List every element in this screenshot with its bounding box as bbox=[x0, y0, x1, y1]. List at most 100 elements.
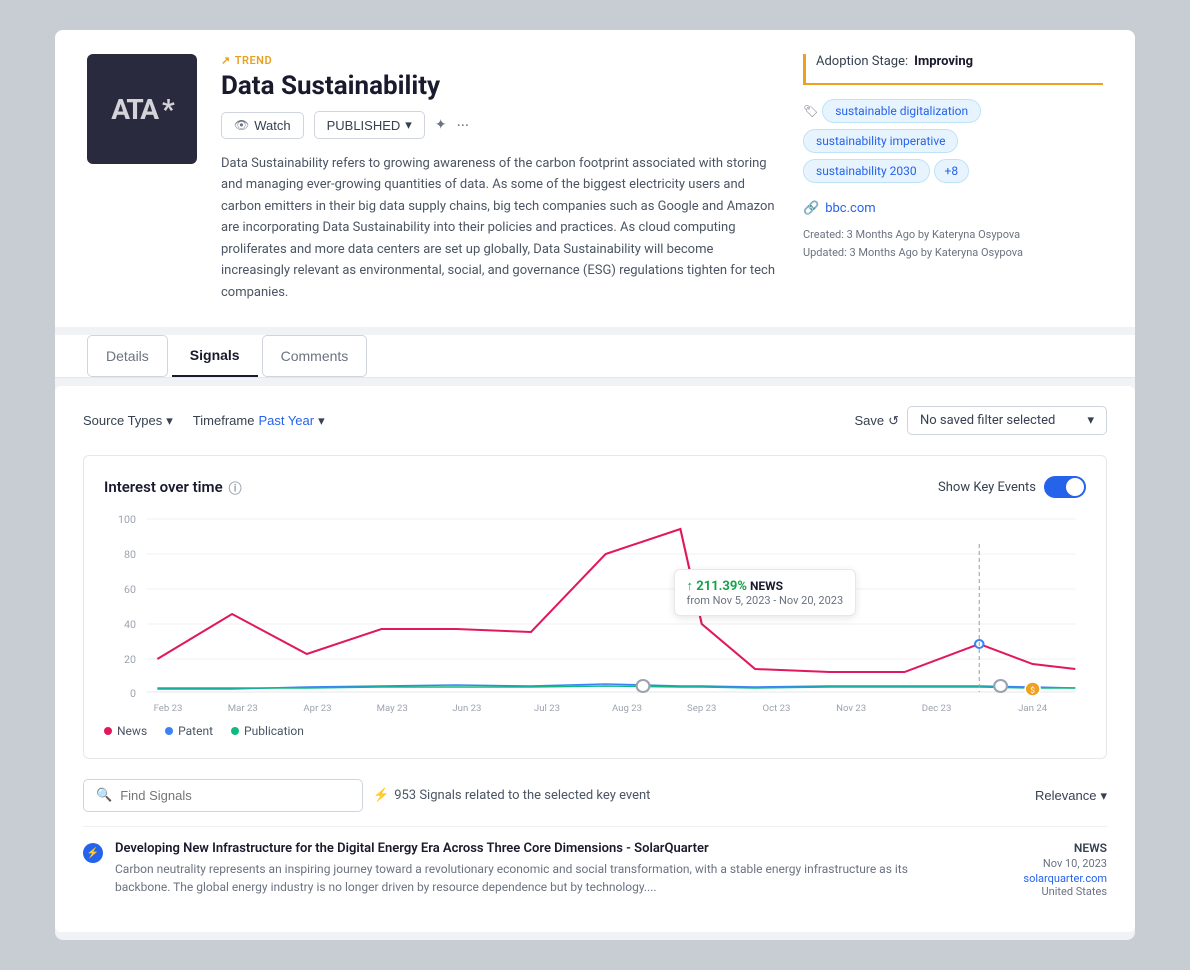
svg-text:Jun 23: Jun 23 bbox=[452, 703, 481, 714]
chevron-down-timeframe-icon: ▾ bbox=[318, 413, 325, 429]
timeframe-filter[interactable]: Timeframe Past Year ▾ bbox=[193, 413, 325, 429]
show-key-events: Show Key Events bbox=[938, 476, 1086, 498]
timeframe-value: Past Year bbox=[258, 413, 314, 428]
search-input-row: 🔍 ⚡ 953 Signals related to the selected … bbox=[83, 779, 1107, 812]
tag-icon: 🏷 bbox=[803, 104, 818, 118]
save-button[interactable]: Save ↺ bbox=[854, 413, 899, 429]
svg-text:Sep 23: Sep 23 bbox=[687, 703, 716, 714]
description: Data Sustainability refers to growing aw… bbox=[221, 153, 779, 303]
signals-count: ⚡ 953 Signals related to the selected ke… bbox=[373, 788, 650, 803]
timeframe-label: Timeframe bbox=[193, 413, 255, 428]
published-button[interactable]: PUBLISHED ▾ bbox=[314, 111, 425, 139]
svg-text:Dec 23: Dec 23 bbox=[922, 703, 952, 714]
publication-dot bbox=[231, 727, 239, 735]
signals-panel: Source Types ▾ Timeframe Past Year ▾ Sav… bbox=[55, 386, 1135, 932]
patent-dot bbox=[165, 727, 173, 735]
signal-meta: NEWS Nov 10, 2023 solarquarter.com Unite… bbox=[947, 841, 1107, 898]
svg-text:60: 60 bbox=[124, 583, 136, 596]
created-meta: Created: 3 Months Ago by Kateryna Osypov… bbox=[803, 226, 1103, 244]
tab-details[interactable]: Details bbox=[87, 335, 168, 377]
svg-text:Oct 23: Oct 23 bbox=[762, 703, 790, 714]
chevron-down-relevance-icon: ▾ bbox=[1100, 788, 1107, 804]
tab-comments[interactable]: Comments bbox=[262, 335, 368, 377]
svg-text:Jul 23: Jul 23 bbox=[534, 703, 560, 714]
search-box[interactable]: 🔍 bbox=[83, 779, 363, 812]
svg-text:80: 80 bbox=[124, 548, 136, 561]
filters-row: Source Types ▾ Timeframe Past Year ▾ Sav… bbox=[83, 406, 1107, 435]
signal-icon: ⚡ bbox=[83, 843, 103, 863]
info-icon[interactable]: ⓘ bbox=[229, 478, 242, 497]
svg-text:Feb 23: Feb 23 bbox=[154, 703, 183, 714]
signal-title[interactable]: Developing New Infrastructure for the Di… bbox=[115, 841, 935, 856]
source-types-filter[interactable]: Source Types ▾ bbox=[83, 413, 173, 429]
source-types-label: Source Types bbox=[83, 413, 162, 428]
chart-legend: News Patent Publication bbox=[104, 724, 1086, 738]
svg-text:Nov 23: Nov 23 bbox=[836, 703, 866, 714]
more-options-icon[interactable]: ··· bbox=[457, 116, 470, 135]
link-icon: 🔗 bbox=[803, 201, 819, 216]
signal-date: Nov 10, 2023 bbox=[947, 857, 1107, 870]
right-panel: Adoption Stage: Improving 🏷 sustainable … bbox=[803, 54, 1103, 261]
svg-text:Aug 23: Aug 23 bbox=[612, 703, 642, 714]
source-link[interactable]: 🔗 bbc.com bbox=[803, 201, 1103, 216]
tags-section: 🏷 sustainable digitalization sustainabil… bbox=[803, 99, 1103, 189]
key-events-toggle[interactable] bbox=[1044, 476, 1086, 498]
svg-text:0: 0 bbox=[130, 687, 136, 700]
adoption-stage: Adoption Stage: Improving bbox=[803, 54, 1103, 85]
chart-container: Interest over time ⓘ Show Key Events bbox=[83, 455, 1107, 759]
search-icon: 🔍 bbox=[96, 788, 112, 803]
bolt-icon: ⚡ bbox=[373, 788, 389, 803]
tab-signals[interactable]: Signals bbox=[172, 335, 258, 377]
signal-origin[interactable]: solarquarter.com bbox=[947, 872, 1107, 885]
filter-select[interactable]: No saved filter selected ▾ bbox=[907, 406, 1107, 435]
header-row: ATA * ↗ TREND Data Sustainability 👁 Watc… bbox=[87, 54, 1103, 303]
watch-button[interactable]: 👁 Watch bbox=[221, 112, 304, 139]
meta-info: Created: 3 Months Ago by Kateryna Osypov… bbox=[803, 226, 1103, 261]
legend-publication: Publication bbox=[231, 724, 304, 738]
save-section: Save ↺ No saved filter selected ▾ bbox=[854, 406, 1107, 435]
thumbnail: ATA * bbox=[87, 54, 197, 164]
tag-chip-3[interactable]: sustainability 2030 bbox=[803, 159, 930, 183]
actions-row: 👁 Watch PUBLISHED ▾ ✦ ··· bbox=[221, 111, 779, 139]
signal-description: Carbon neutrality represents an inspirin… bbox=[115, 860, 935, 896]
main-container: ATA * ↗ TREND Data Sustainability 👁 Watc… bbox=[55, 30, 1135, 940]
svg-text:100: 100 bbox=[118, 514, 136, 526]
svg-text:Jan 24: Jan 24 bbox=[1018, 703, 1048, 714]
signal-content: Developing New Infrastructure for the Di… bbox=[115, 841, 935, 896]
header-content: ↗ TREND Data Sustainability 👁 Watch PUBL… bbox=[221, 54, 779, 303]
top-card: ATA * ↗ TREND Data Sustainability 👁 Watc… bbox=[55, 30, 1135, 327]
signal-source-type: NEWS bbox=[947, 841, 1107, 855]
svg-text:$: $ bbox=[1030, 685, 1035, 696]
relevance-button[interactable]: Relevance ▾ bbox=[1035, 788, 1107, 804]
network-icon[interactable]: ✦ bbox=[435, 117, 447, 133]
signal-item: ⚡ Developing New Infrastructure for the … bbox=[83, 826, 1107, 912]
svg-text:20: 20 bbox=[124, 653, 136, 666]
entity-title: Data Sustainability bbox=[221, 71, 779, 101]
svg-text:May 23: May 23 bbox=[377, 703, 408, 714]
chevron-down-source-icon: ▾ bbox=[166, 413, 173, 429]
legend-patent: Patent bbox=[165, 724, 213, 738]
updated-meta: Updated: 3 Months Ago by Kateryna Osypov… bbox=[803, 244, 1103, 262]
tag-chip-1[interactable]: sustainable digitalization bbox=[822, 99, 981, 123]
search-input[interactable] bbox=[120, 788, 350, 803]
svg-text:Apr 23: Apr 23 bbox=[303, 703, 331, 714]
legend-news: News bbox=[104, 724, 147, 738]
chart-area: 100 80 60 40 20 0 bbox=[104, 514, 1086, 714]
search-signals: 🔍 ⚡ 953 Signals related to the selected … bbox=[83, 779, 1107, 812]
tag-chip-2[interactable]: sustainability imperative bbox=[803, 129, 958, 153]
tabs-row: Details Signals Comments bbox=[55, 335, 1135, 378]
signal-icon-inner: ⚡ bbox=[87, 848, 99, 859]
trend-label: ↗ TREND bbox=[221, 54, 779, 67]
line-chart-svg: 100 80 60 40 20 0 bbox=[104, 514, 1086, 714]
tag-more[interactable]: +8 bbox=[934, 159, 970, 183]
chevron-down-icon: ▾ bbox=[405, 117, 412, 133]
chart-header: Interest over time ⓘ Show Key Events bbox=[104, 476, 1086, 498]
svg-text:Mar 23: Mar 23 bbox=[228, 703, 258, 714]
trend-arrow-icon: ↗ bbox=[221, 54, 231, 67]
chevron-down-filter-icon: ▾ bbox=[1087, 413, 1094, 428]
signal-country: United States bbox=[947, 885, 1107, 898]
svg-text:40: 40 bbox=[124, 618, 136, 631]
refresh-icon: ↺ bbox=[888, 413, 899, 429]
chart-title: Interest over time ⓘ bbox=[104, 478, 242, 497]
news-dot bbox=[104, 727, 112, 735]
